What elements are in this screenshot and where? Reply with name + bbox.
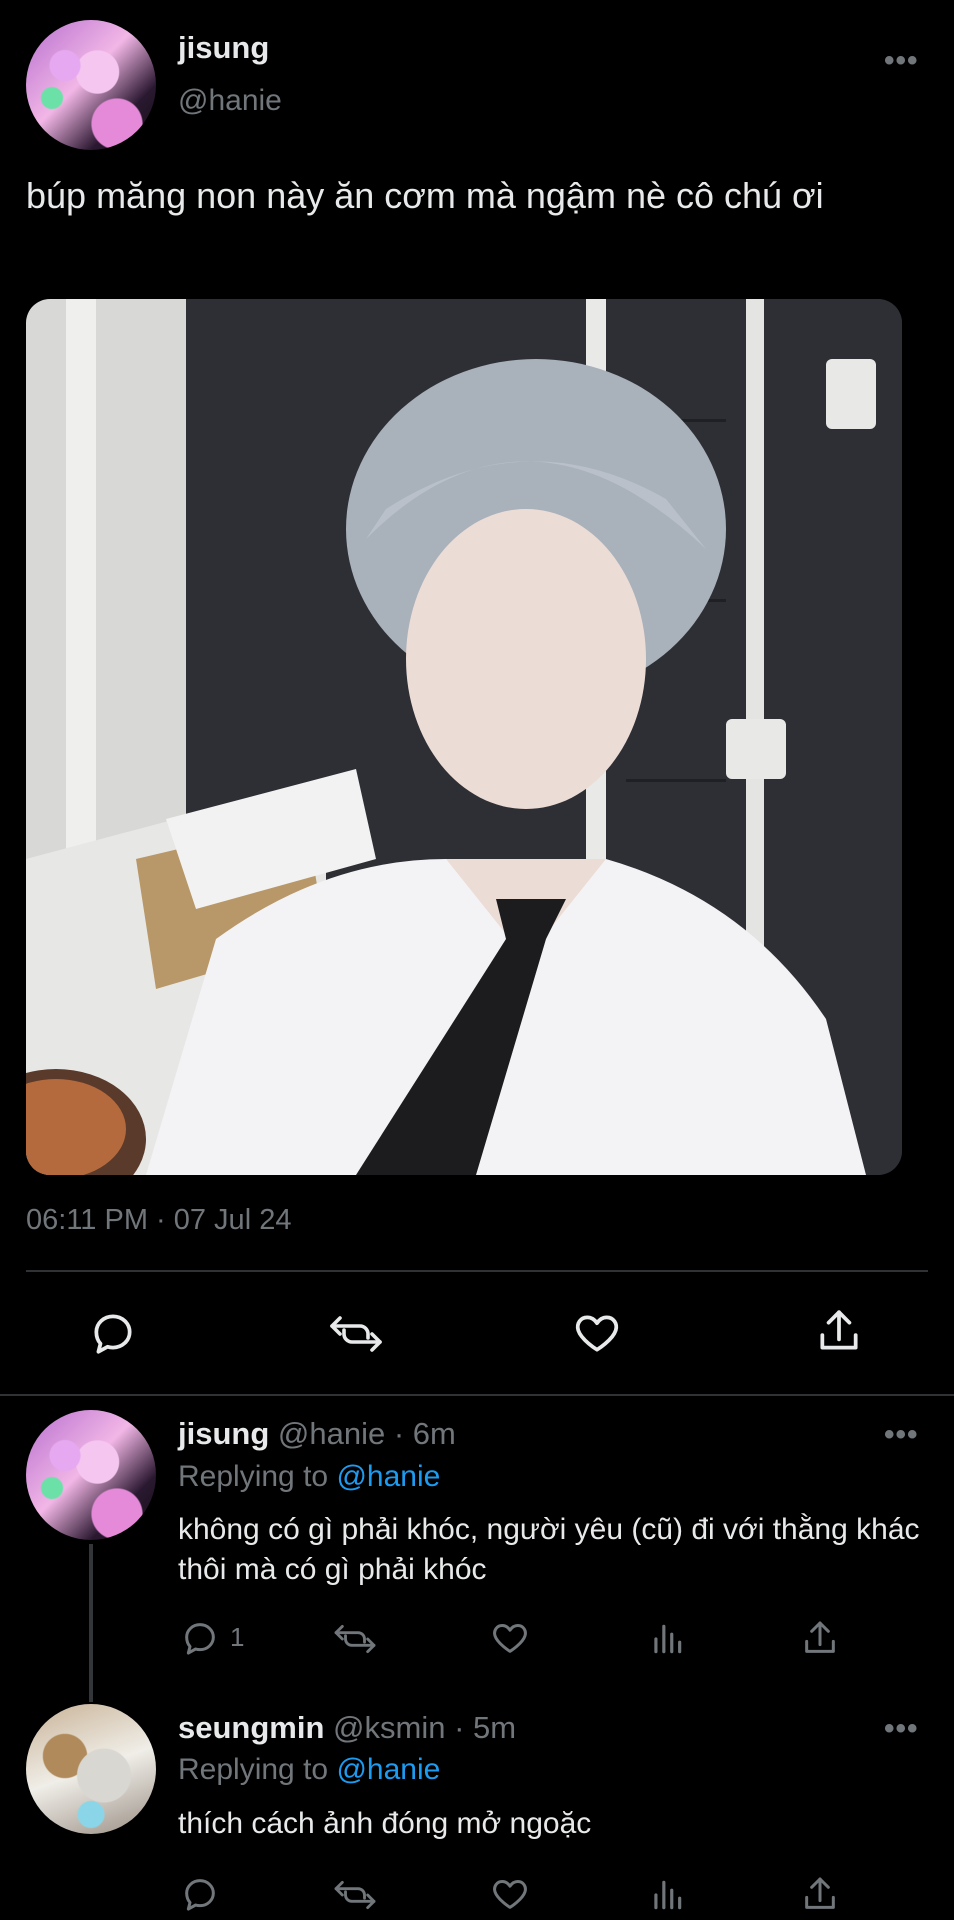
reply-header: jisung @hanie · 6m	[178, 1416, 456, 1452]
reply-text: không có gì phải khóc, người yêu (cũ) đi…	[178, 1513, 920, 1586]
author-avatar[interactable]	[26, 20, 156, 150]
replying-to: Replying to @hanie	[178, 1753, 440, 1787]
divider	[26, 1270, 928, 1272]
reply-header: seungmin @ksmin · 5m	[178, 1710, 516, 1746]
like-icon[interactable]	[572, 1308, 622, 1358]
reply-avatar[interactable]	[26, 1410, 156, 1540]
reply-more-button[interactable]: •••	[884, 1712, 919, 1746]
reply-more-button[interactable]: •••	[884, 1418, 919, 1452]
author-handle[interactable]: @hanie	[178, 84, 282, 118]
reply-meta[interactable]: @ksmin · 5m	[333, 1710, 516, 1745]
tweet-text: búp măng non này ăn cơm mà ngậm nè cô ch…	[26, 175, 824, 216]
reply-icon[interactable]	[180, 1618, 220, 1658]
retweet-icon[interactable]	[328, 1310, 384, 1358]
reply-display-name[interactable]: jisung	[178, 1416, 269, 1451]
share-icon[interactable]	[814, 1306, 864, 1356]
tweet-timestamp[interactable]: 06:11 PM · 07 Jul 24	[26, 1204, 291, 1237]
replying-to-prefix: Replying to	[178, 1460, 329, 1493]
retweet-icon[interactable]	[332, 1620, 378, 1658]
replying-to: Replying to @hanie	[178, 1460, 440, 1494]
analytics-icon[interactable]	[648, 1620, 686, 1658]
share-icon[interactable]	[800, 1618, 840, 1658]
more-options-button[interactable]: •••	[884, 44, 919, 78]
reply-display-name[interactable]: seungmin	[178, 1710, 324, 1745]
tweet-photo[interactable]	[26, 299, 902, 1175]
reply-meta[interactable]: @hanie · 6m	[278, 1416, 456, 1451]
photo-illustration	[26, 299, 902, 1175]
analytics-icon[interactable]	[648, 1876, 686, 1914]
replying-to-prefix: Replying to	[178, 1753, 329, 1786]
retweet-icon[interactable]	[332, 1876, 378, 1914]
share-icon[interactable]	[800, 1874, 840, 1914]
like-icon[interactable]	[490, 1618, 530, 1658]
author-display-name[interactable]: jisung	[178, 30, 269, 66]
replying-to-handle[interactable]: @hanie	[336, 1753, 440, 1786]
reply-count: 1	[230, 1622, 245, 1652]
replying-to-handle[interactable]: @hanie	[336, 1460, 440, 1493]
thread-line	[89, 1544, 93, 1702]
reply-text: thích cách ảnh đóng mở ngoặc	[178, 1807, 592, 1840]
like-icon[interactable]	[490, 1874, 530, 1914]
divider	[0, 1394, 954, 1396]
reply-icon[interactable]	[180, 1874, 220, 1914]
reply-icon[interactable]	[88, 1308, 138, 1358]
reply-avatar[interactable]	[26, 1704, 156, 1834]
